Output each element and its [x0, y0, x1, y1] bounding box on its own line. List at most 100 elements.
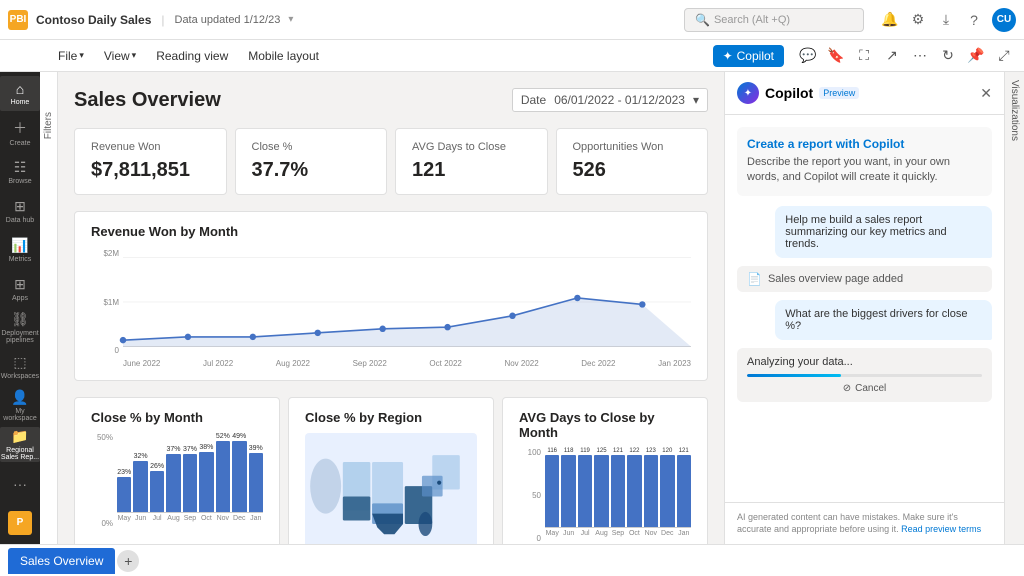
refresh-icon[interactable]: ↻ — [936, 44, 960, 68]
avg-x-may: May — [545, 530, 559, 537]
user-avatar[interactable]: CU — [992, 8, 1016, 32]
analyzing-progress-bar — [747, 374, 982, 377]
sidebar-bottom: P — [0, 505, 40, 540]
mobile-layout-menu[interactable]: Mobile layout — [240, 45, 327, 67]
x-label-jul2022: Jul 2022 — [203, 359, 233, 368]
x-may: May — [117, 515, 131, 522]
revenue-chart-body: June 2022 Jul 2022 Aug 2022 Sep 2022 Oct… — [123, 247, 691, 368]
x-aug: Aug — [166, 515, 180, 522]
close-y-50: 50% — [97, 433, 113, 442]
chat-analyzing: Analyzing your data... ⊘ Cancel — [737, 348, 992, 402]
apps-icon: ⊞ — [14, 276, 26, 293]
datahub-icon: ⊞ — [14, 198, 26, 215]
settings-icon[interactable]: ⚙ — [908, 10, 928, 30]
x-jul: Jul — [150, 515, 164, 522]
avg-bar-fill-dec — [660, 455, 674, 527]
tab-label-sales-overview: Sales Overview — [20, 554, 103, 568]
revenue-chart: Revenue Won by Month $2M $1M 0 — [74, 211, 708, 381]
pin-icon[interactable]: 📌 — [964, 44, 988, 68]
expand-icon[interactable]: ⤢ — [992, 44, 1016, 68]
close-bars: 23% 32% 26% — [117, 433, 263, 513]
copilot-button[interactable]: ✦ Copilot — [713, 45, 784, 67]
sidebar-label-workspaces: Workspaces — [1, 373, 39, 380]
revenue-line-chart — [123, 247, 691, 357]
sidebar-item-more[interactable]: ··· — [0, 466, 40, 501]
file-menu[interactable]: File ▾ — [50, 45, 92, 67]
left-sidebar: ⌂ Home ＋ Create ☷ Browse ⊞ Data hub 📊 Me… — [0, 72, 40, 544]
sidebar-item-home[interactable]: ⌂ Home — [0, 76, 40, 111]
tab-add-button[interactable]: + — [117, 550, 139, 572]
avg-val-aug: 125 — [597, 448, 607, 454]
sidebar-label-apps: Apps — [12, 295, 28, 302]
updated-chevron[interactable]: ▾ — [288, 14, 293, 25]
sidebar-item-browse[interactable]: ☷ Browse — [0, 154, 40, 189]
x-dec: Dec — [232, 515, 246, 522]
bar-jun — [133, 461, 147, 512]
copilot-title: Copilot — [765, 85, 813, 101]
notification-icon[interactable]: 🔔 — [880, 10, 900, 30]
us-map — [305, 433, 477, 544]
avg-x-aug: Aug — [594, 530, 608, 537]
search-box[interactable]: 🔍 Search (Alt +Q) — [684, 8, 864, 32]
avg-x-jan: Jan — [677, 530, 691, 537]
create-icon: ＋ — [13, 118, 27, 138]
topbar: PBI Contoso Daily Sales | Data updated 1… — [0, 0, 1024, 40]
bar-wrapper-jan: 39% — [249, 433, 263, 512]
y-label-0: 0 — [115, 346, 119, 355]
sidebar-item-workspaces[interactable]: ⬚ Workspaces — [0, 349, 40, 384]
x-jan: Jan — [249, 515, 263, 522]
bar-dec — [232, 441, 246, 512]
avg-val-sep: 121 — [613, 448, 623, 454]
copilot-create-desc: Describe the report you want, in your ow… — [747, 155, 982, 186]
view-menu[interactable]: View ▾ — [96, 45, 144, 67]
more-icon[interactable]: ⋯ — [908, 44, 932, 68]
sidebar-item-regional[interactable]: 📁 Regional Sales Rep... — [0, 427, 40, 462]
bar-wrapper-jun: 32% — [133, 433, 147, 512]
close-y-0: 0% — [101, 519, 113, 528]
bar-jan — [249, 453, 263, 512]
tab-sales-overview[interactable]: Sales Overview — [8, 548, 115, 574]
chat-user-message-1: Help me build a sales report summarizing… — [775, 206, 992, 258]
search-icon: 🔍 — [695, 13, 710, 27]
x-label-nov2022: Nov 2022 — [504, 359, 538, 368]
share-icon[interactable]: ↗ — [880, 44, 904, 68]
chat-icon[interactable]: 💬 — [796, 44, 820, 68]
sidebar-item-create[interactable]: ＋ Create — [0, 115, 40, 150]
revenue-x-axis: June 2022 Jul 2022 Aug 2022 Sep 2022 Oct… — [123, 359, 691, 368]
reading-view-menu[interactable]: Reading view — [148, 45, 236, 67]
copilot-star-icon: ✦ — [723, 49, 733, 63]
sidebar-item-datahub[interactable]: ⊞ Data hub — [0, 193, 40, 228]
avg-bar-may: 116 — [545, 448, 559, 527]
cancel-icon: ⊘ — [843, 383, 851, 394]
app-title: Contoso Daily Sales — [36, 13, 151, 27]
help-icon[interactable]: ? — [964, 10, 984, 30]
x-jun: Jun — [133, 515, 147, 522]
avg-x-jul: Jul — [578, 530, 592, 537]
avg-x-jun: Jun — [561, 530, 575, 537]
bar-oct — [199, 452, 213, 512]
sidebar-item-apps[interactable]: ⊞ Apps — [0, 271, 40, 306]
date-filter[interactable]: Date 06/01/2022 - 01/12/2023 ▾ — [512, 88, 708, 112]
visualizations-tab[interactable]: Visualizations — [1004, 72, 1024, 544]
disclaimer-link[interactable]: Read preview terms — [901, 524, 981, 534]
workspaces-icon: ⬚ — [13, 354, 26, 371]
app-logo: PBI — [8, 10, 28, 30]
avg-y-100: 100 — [528, 448, 541, 457]
sidebar-item-deployment[interactable]: ⛓ Deployment pipelines — [0, 310, 40, 345]
download-icon[interactable]: ⤓ — [936, 10, 956, 30]
sidebar-label-regional: Regional Sales Rep... — [0, 447, 40, 461]
search-placeholder: Search (Alt +Q) — [714, 14, 790, 26]
sidebar-item-metrics[interactable]: 📊 Metrics — [0, 232, 40, 267]
kpi-value-revenue: $7,811,851 — [91, 159, 210, 182]
kpi-value-close: 37.7% — [252, 159, 371, 182]
fullscreen-icon[interactable]: ⛶ — [852, 44, 876, 68]
copilot-close-button[interactable]: ✕ — [980, 85, 992, 102]
bookmark-icon[interactable]: 🔖 — [824, 44, 848, 68]
cancel-button[interactable]: ⊘ Cancel — [747, 383, 982, 394]
x-sep: Sep — [183, 515, 197, 522]
avg-bar-fill-sep — [611, 455, 625, 527]
sidebar-label-create: Create — [9, 140, 30, 147]
analyzing-progress-fill — [747, 374, 841, 377]
sidebar-item-myworkspace[interactable]: 👤 My workspace — [0, 388, 40, 423]
filter-panel[interactable]: Filters — [40, 72, 58, 544]
